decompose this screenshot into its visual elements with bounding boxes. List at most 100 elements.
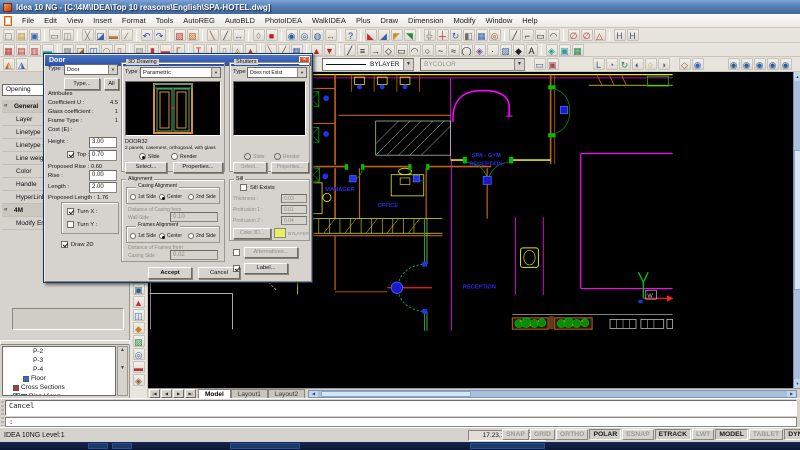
dimension-tool-icon[interactable]: ↔ (233, 29, 245, 41)
rise-field[interactable]: 0.00 (89, 170, 117, 181)
plot-style-icon[interactable]: ▭ (534, 58, 546, 70)
image-attach-icon[interactable]: ▦ (572, 44, 584, 56)
match-properties-icon[interactable]: ∕ (121, 29, 133, 41)
zoom-out-icon[interactable]: ◍ (312, 29, 324, 41)
casing-2nd-radio[interactable] (188, 194, 194, 200)
draw-mline-icon[interactable]: ≡ (357, 44, 369, 56)
menu-file[interactable]: File (17, 14, 39, 28)
scrollbar-thumb[interactable] (794, 150, 800, 290)
tab-nav-2[interactable]: ▶ (173, 389, 184, 398)
chevron-down-icon[interactable]: ▼ (297, 68, 306, 77)
render-settings-icon[interactable]: ▣ (547, 58, 559, 70)
menu-window[interactable]: Window (481, 14, 518, 28)
draw-region-icon[interactable]: ◆ (513, 44, 525, 56)
menu-plus[interactable]: Plus (351, 14, 376, 28)
zoom-window-2-icon[interactable]: ◉ (728, 58, 740, 70)
collapse-icon[interactable]: « (4, 204, 7, 217)
label-button[interactable]: Label... (244, 263, 288, 274)
toggle-model[interactable]: MODEL (715, 429, 748, 440)
toggle-esnap[interactable]: ESNAP (622, 429, 653, 440)
vertical-tool-24-icon[interactable]: ◈ (133, 374, 145, 386)
menu-tools[interactable]: Tools (151, 14, 179, 28)
tree-item-cross-sections[interactable]: Cross Sections (3, 383, 115, 392)
help-icon[interactable]: ? (345, 29, 357, 41)
scrollbar-thumb[interactable] (321, 391, 471, 397)
copy-icon[interactable]: ◪ (95, 29, 107, 41)
tree-item-plan-views[interactable]: +Plan Views (3, 392, 115, 396)
drawing-horizontal-scrollbar[interactable]: ◀ ▶ (308, 390, 797, 398)
all-button[interactable]: All (104, 78, 119, 90)
toggle-snap[interactable]: SNAP (502, 429, 529, 440)
select-button[interactable]: Select... (125, 162, 167, 173)
zoom-scale-icon[interactable]: ◉ (754, 58, 766, 70)
menu-view[interactable]: View (62, 14, 88, 28)
toggle-tablet[interactable]: TABLET (749, 429, 783, 440)
level-down-icon[interactable]: ▼ (324, 44, 336, 56)
tree-expand-icon[interactable]: + (13, 393, 20, 396)
insert-block-icon[interactable]: ◈ (474, 44, 486, 56)
command-history[interactable]: Cancel (5, 400, 797, 416)
tree-scrollbar[interactable]: ▲▼ (117, 346, 128, 396)
label-checkbox[interactable] (233, 265, 240, 272)
new-icon[interactable]: ▢ (3, 29, 15, 41)
casing-1st-radio[interactable] (130, 194, 136, 200)
top-checkbox[interactable] (67, 151, 74, 158)
vertical-tool-18-icon[interactable]: ▲ (133, 296, 145, 308)
turn-x-checkbox[interactable] (67, 208, 74, 215)
tree-item-p-2[interactable]: P-2 (3, 347, 115, 356)
menu-modify[interactable]: Modify (448, 14, 480, 28)
triangle-tool-icon[interactable]: △ (594, 29, 606, 41)
toggle-etrack[interactable]: ETRACK (655, 429, 691, 440)
vertical-tool-21-icon[interactable]: ▨ (133, 335, 145, 347)
shutters-type-combo[interactable]: Does not Exist▼ (247, 67, 307, 78)
tree-item-p-3[interactable]: P-3 (3, 356, 115, 365)
vertical-tool-22-icon[interactable]: ◎ (133, 348, 145, 360)
command-input[interactable]: : (5, 417, 797, 427)
draw-revcloud-icon[interactable]: ~ (435, 44, 447, 56)
move-icon[interactable]: ┼ (437, 29, 449, 41)
wall-outer-icon[interactable]: ▦ (3, 44, 15, 56)
render-icon[interactable]: ◥ (404, 29, 416, 41)
tab-layout2[interactable]: Layout2 (268, 389, 305, 399)
offset-icon[interactable]: ◎ (489, 29, 501, 41)
print-preview-icon[interactable]: ◫ (62, 29, 74, 41)
taskbar-button[interactable] (88, 443, 108, 449)
wall-edit-icon[interactable]: ▥ (29, 44, 41, 56)
shade-gouraud-icon[interactable]: ◢ (378, 29, 390, 41)
palette-splitter[interactable] (0, 340, 130, 345)
toggle-polar[interactable]: POLAR (589, 429, 621, 440)
accept-button[interactable]: Accept (148, 267, 192, 279)
tab-nav-3[interactable]: ▶| (185, 389, 196, 398)
taskbar-button[interactable] (230, 443, 300, 449)
menu-dimension[interactable]: Dimension (403, 14, 448, 28)
tab-nav-1[interactable]: ◀ (161, 389, 172, 398)
vertical-tool-20-icon[interactable]: ◆ (133, 322, 145, 334)
no-plot-icon[interactable]: ∅ (568, 29, 580, 41)
paste-icon[interactable]: ▬ (108, 29, 120, 41)
scroll-left-icon[interactable]: ◀ (309, 391, 318, 397)
zoom-center-icon[interactable]: ◉ (767, 58, 779, 70)
scroll-right-icon[interactable]: ▶ (787, 391, 796, 397)
scroll-up-icon[interactable]: ▲ (794, 72, 800, 81)
menu-format[interactable]: Format (117, 14, 151, 28)
command-grip[interactable] (1, 401, 4, 426)
draw-ray-icon[interactable]: → (370, 44, 382, 56)
toggle-grid[interactable]: GRID (530, 429, 555, 440)
print-icon[interactable]: ▭ (49, 29, 61, 41)
draw-ellipse-icon[interactable]: ◯ (461, 44, 473, 56)
draw-2d-checkbox[interactable] (61, 241, 68, 248)
tab-nav-0[interactable]: |◀ (149, 389, 160, 398)
vertical-tool-19-icon[interactable]: ◫ (133, 309, 145, 321)
menu-draw[interactable]: Draw (376, 14, 404, 28)
alternatives-checkbox[interactable] (233, 249, 240, 256)
render-radio[interactable] (171, 153, 178, 160)
top-field[interactable]: 0.70 (89, 150, 117, 161)
taskbar-button[interactable] (470, 443, 545, 449)
etransmit-icon[interactable]: ▨ (174, 29, 186, 41)
polyline-edit-icon[interactable]: ╱ (220, 29, 232, 41)
model-space-icon[interactable]: ◭ (3, 58, 15, 70)
shade-mode-icon[interactable]: ◑ (658, 58, 670, 70)
tree-item-p-4[interactable]: P-4 (3, 365, 115, 374)
menu-photoidea[interactable]: PhotoIDEA (260, 14, 307, 28)
materials-icon[interactable]: ▣ (559, 44, 571, 56)
